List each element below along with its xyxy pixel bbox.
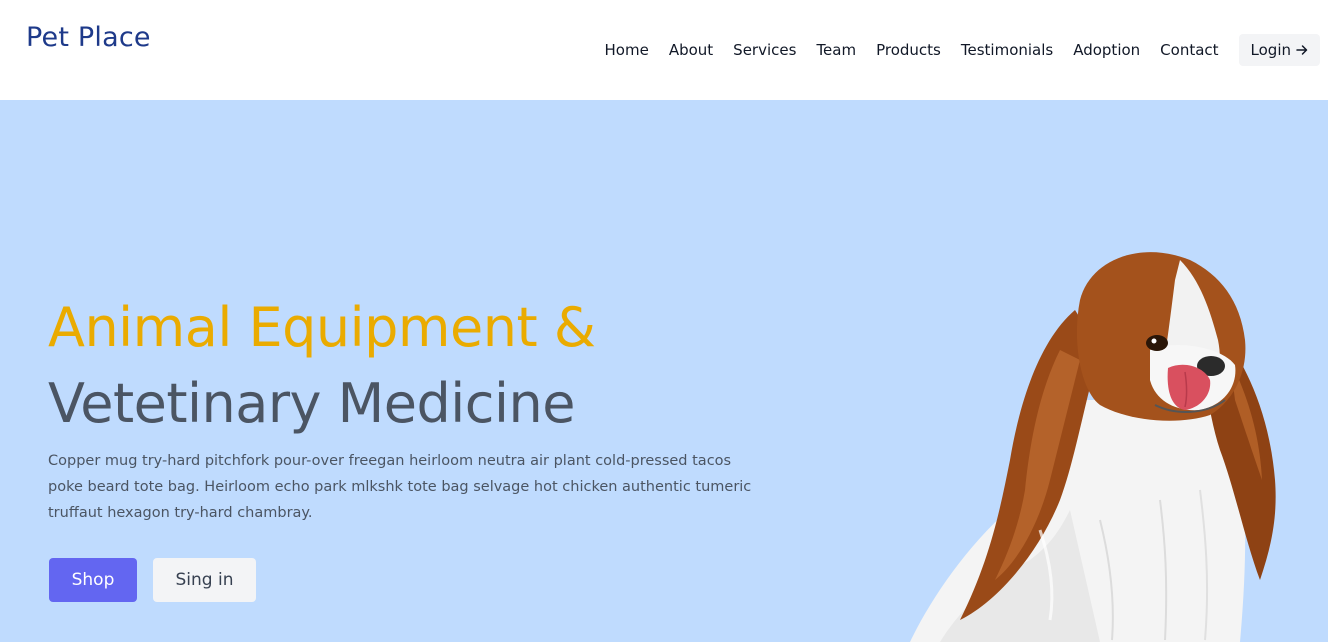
nav-products[interactable]: Products — [876, 41, 941, 59]
nav-adoption[interactable]: Adoption — [1073, 41, 1140, 59]
nav-home[interactable]: Home — [605, 41, 649, 59]
sign-in-button[interactable]: Sing in — [153, 558, 256, 602]
nav-contact[interactable]: Contact — [1160, 41, 1218, 59]
nav-services[interactable]: Services — [733, 41, 796, 59]
arrow-right-icon — [1296, 45, 1308, 55]
login-label: Login — [1250, 41, 1291, 59]
brand-logo[interactable]: Pet Place — [26, 22, 151, 53]
main-nav: Home About Services Team Products Testim… — [605, 34, 1320, 66]
hero-section: Animal Equipment & Vetetinary Medicine C… — [0, 100, 1328, 642]
dog-image — [910, 252, 1276, 642]
nav-testimonials[interactable]: Testimonials — [961, 41, 1053, 59]
nav-team[interactable]: Team — [816, 41, 856, 59]
hero-title-line1: Animal Equipment & — [48, 296, 596, 359]
hero-title-line2: Vetetinary Medicine — [48, 372, 575, 435]
nav-about[interactable]: About — [669, 41, 713, 59]
site-header: Pet Place Home About Services Team Produ… — [0, 0, 1328, 100]
shop-button[interactable]: Shop — [49, 558, 137, 602]
login-button[interactable]: Login — [1238, 34, 1320, 66]
hero-description: Copper mug try-hard pitchfork pour-over … — [48, 453, 752, 521]
